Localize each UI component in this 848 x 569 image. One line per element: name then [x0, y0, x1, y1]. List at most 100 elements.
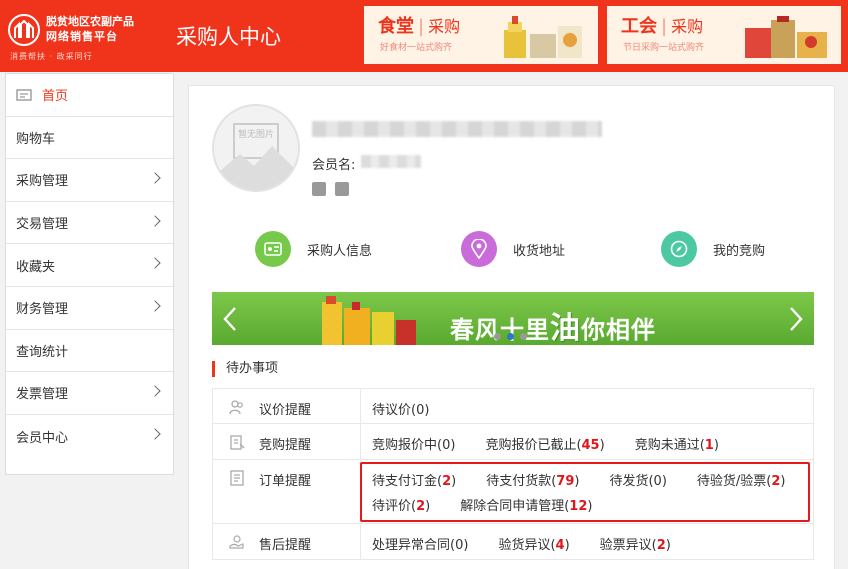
- todo-bidding-in-progress[interactable]: 竞购报价中(0): [372, 434, 455, 453]
- top-header: 脱贫地区农副产品 网络销售平台 消费帮扶 · 政采同行 采购人中心 食堂 | 采购 …: [0, 0, 848, 72]
- todo-inspection-dispute[interactable]: 验货异议(4): [498, 534, 569, 553]
- todo-row-label: 议价提醒: [259, 403, 312, 418]
- todo-item-suffix: ): [665, 538, 671, 553]
- banner-title2: 采购: [671, 17, 704, 36]
- oil-bottles-image-icon: [322, 296, 416, 345]
- sidebar-item-member-center[interactable]: 会员中心: [6, 415, 173, 458]
- banner-title: 食堂: [378, 16, 414, 37]
- user-badge-icon: [335, 182, 349, 196]
- todo-item-text: 竞购未通过(: [634, 438, 705, 453]
- home-icon: [16, 89, 32, 101]
- platform-logo-icon[interactable]: [8, 14, 40, 46]
- sidebar-item-label: 会员中心: [16, 430, 69, 446]
- todo-item-count: 4: [555, 538, 565, 553]
- todo-item-text: 验票异议(: [599, 538, 657, 553]
- todo-item-text: 竞购报价中(: [372, 438, 443, 453]
- todo-item-suffix: ): [713, 438, 719, 453]
- redacted-company-name: [312, 121, 602, 137]
- todo-item-text: 待议价(: [372, 403, 417, 418]
- sidebar-item-label: 采购管理: [16, 174, 69, 190]
- buyer-info-link[interactable]: 采购人信息: [255, 231, 372, 267]
- todo-invoice-dispute[interactable]: 验票异议(2): [600, 534, 671, 553]
- sidebar-item-label: 发票管理: [16, 387, 69, 403]
- platform-name-line1: 脱贫地区农副产品: [46, 15, 134, 28]
- carousel-dot-active[interactable]: [507, 333, 514, 340]
- chevron-right-icon: [149, 300, 161, 312]
- banner-title: 工会: [621, 16, 657, 37]
- todo-row-label: 竞购提醒: [259, 438, 312, 453]
- platform-name: 脱贫地区农副产品 网络销售平台: [46, 14, 134, 44]
- sidebar-item-favorites[interactable]: 收藏夹: [6, 244, 173, 287]
- todo-item-count: 1: [704, 438, 714, 453]
- people-icon: [229, 400, 243, 415]
- todo-item-text: 竞购报价已截止(: [485, 438, 582, 453]
- todo-item-suffix: ): [424, 403, 430, 418]
- todo-item-suffix: ): [450, 438, 456, 453]
- chevron-right-icon: [149, 428, 161, 440]
- sidebar-item-label: 购物车: [16, 131, 56, 147]
- carousel-prev-arrow-icon[interactable]: [222, 306, 238, 332]
- todo-row-label: 售后提醒: [259, 538, 312, 553]
- member-name-label: 会员名:: [312, 158, 356, 173]
- sidebar-item-query-statistics[interactable]: 查询统计: [6, 330, 173, 373]
- order-reminder-highlight-box: [360, 462, 810, 522]
- sidebar-item-cart[interactable]: 购物车: [6, 117, 173, 160]
- sidebar-item-label: 交易管理: [16, 217, 69, 233]
- chevron-right-icon: [149, 215, 161, 227]
- promo-text-highlight: 油: [550, 311, 581, 345]
- promo-slogan: 春风十里油你相伴: [450, 303, 656, 345]
- placeholder-image-icon: 暂无图片: [214, 123, 298, 190]
- platform-slogan: 消费帮扶 · 政采同行: [10, 52, 93, 61]
- sidebar-item-purchase-management[interactable]: 采购管理: [6, 159, 173, 202]
- bid-icon: [230, 435, 245, 450]
- redacted-member-name: [361, 155, 421, 168]
- quick-link-label: 收货地址: [513, 243, 566, 259]
- todo-abnormal-contract[interactable]: 处理异常合同(0): [372, 534, 468, 553]
- sidebar-item-trade-management[interactable]: 交易管理: [6, 202, 173, 245]
- todo-item-text: 验货异议(: [498, 538, 556, 553]
- sidebar-item-label: 首页: [42, 89, 69, 105]
- my-bids-link[interactable]: 我的竞购: [661, 231, 765, 267]
- sidebar-item-home[interactable]: 首页: [6, 74, 173, 117]
- compass-icon: [661, 231, 697, 267]
- sidebar-nav: 首页 购物车 采购管理 交易管理 收藏夹 财务管理 查询统计 发票管理 会员中心: [5, 73, 174, 475]
- todo-row-bargain: 议价提醒 待议价(0): [212, 388, 814, 424]
- canteen-purchase-banner[interactable]: 食堂 | 采购 好食材一站式购齐: [364, 6, 598, 64]
- todo-item-text: 处理异常合同(: [372, 538, 456, 553]
- todo-row-bidding: 竞购提醒 竞购报价中(0) 竞购报价已截止(45) 竞购未通过(1): [212, 424, 814, 460]
- quick-link-label: 我的竞购: [713, 243, 766, 259]
- sidebar-item-finance-management[interactable]: 财务管理: [6, 287, 173, 330]
- carousel-dot[interactable]: [520, 333, 527, 340]
- quick-link-label: 采购人信息: [307, 243, 373, 259]
- sidebar-item-invoice-management[interactable]: 发票管理: [6, 372, 173, 415]
- gift-box-image-icon: [745, 16, 827, 58]
- chevron-right-icon: [149, 385, 161, 397]
- todo-bidding-closed[interactable]: 竞购报价已截止(45): [485, 434, 604, 453]
- order-icon: [230, 470, 244, 486]
- todo-section-title: 待办事项: [212, 361, 278, 377]
- todo-pending-bargain[interactable]: 待议价(0): [372, 399, 429, 418]
- promo-text-after: 你相伴: [581, 316, 656, 344]
- todo-item-count: 2: [656, 538, 666, 553]
- carousel-next-arrow-icon[interactable]: [788, 306, 804, 332]
- todo-row-aftersale: 售后提醒 处理异常合同(0) 验货异议(4) 验票异议(2): [212, 524, 814, 560]
- banner-subtitle: 节日采购一站式购齐: [623, 43, 705, 53]
- location-pin-icon: [461, 231, 497, 267]
- sidebar-item-label: 查询统计: [16, 344, 69, 360]
- shipping-address-link[interactable]: 收货地址: [461, 231, 565, 267]
- user-verified-icon: [312, 182, 326, 196]
- sidebar-item-label: 收藏夹: [16, 259, 56, 275]
- aftersale-icon: [229, 535, 244, 549]
- chevron-right-icon: [149, 257, 161, 270]
- avatar[interactable]: 暂无图片: [212, 104, 300, 192]
- platform-name-line2: 网络销售平台: [46, 30, 118, 43]
- carousel-dot[interactable]: [494, 333, 501, 340]
- chevron-right-icon: [149, 172, 161, 184]
- todo-bidding-rejected[interactable]: 竞购未通过(1): [635, 434, 719, 453]
- todo-item-suffix: ): [463, 538, 469, 553]
- carousel-indicators: [494, 333, 527, 340]
- groceries-image-icon: [504, 16, 582, 58]
- union-purchase-banner[interactable]: 工会 | 采购 节日采购一站式购齐: [607, 6, 841, 64]
- todo-item-suffix: ): [564, 538, 570, 553]
- todo-item-suffix: ): [599, 438, 605, 453]
